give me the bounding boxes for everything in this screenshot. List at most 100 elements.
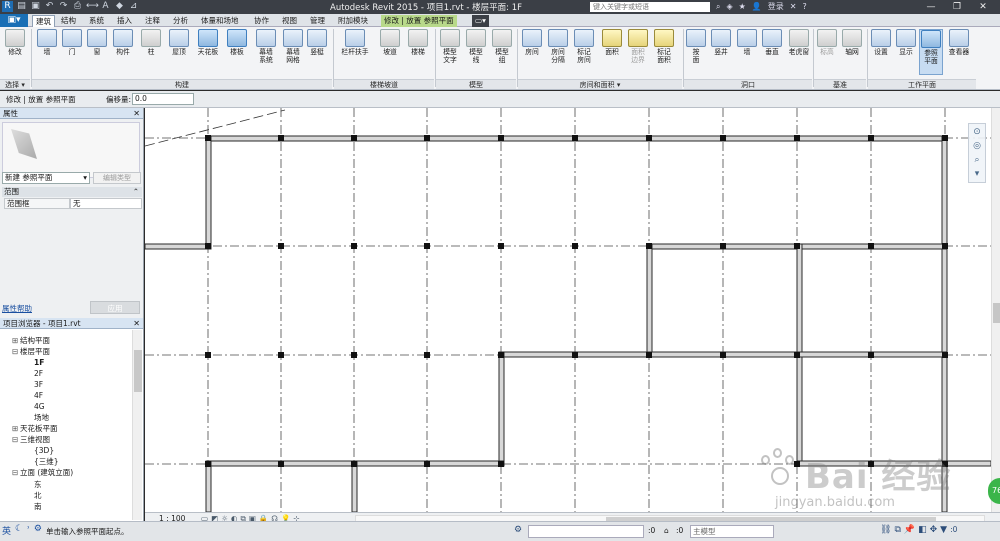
scrollbar-thumb[interactable]: [134, 350, 142, 392]
tree-node-site[interactable]: 场地: [34, 413, 49, 423]
nav-menu-icon[interactable]: ▾: [970, 168, 984, 180]
mullion-button[interactable]: 竖梃: [306, 29, 328, 56]
drag-elements-icon[interactable]: ✥: [930, 525, 938, 535]
tree-node-3d[interactable]: {3D}: [34, 446, 54, 456]
property-category[interactable]: 范围 ⌃: [2, 187, 142, 197]
minimize-icon[interactable]: —: [918, 0, 944, 14]
railing-button[interactable]: 栏杆扶手: [338, 29, 372, 56]
exchange-icon[interactable]: ✕: [790, 2, 797, 11]
curtain-system-button[interactable]: 幕墙 系统: [253, 29, 279, 64]
type-selector-dropdown[interactable]: 新建 参照平面 ▾: [2, 172, 90, 184]
save-icon[interactable]: ▣: [30, 1, 41, 12]
star-icon[interactable]: ★: [739, 2, 746, 11]
tab-analyze[interactable]: 分析: [170, 15, 191, 27]
tab-manage[interactable]: 管理: [307, 15, 328, 27]
ime-punct-icon[interactable]: ˒: [27, 524, 30, 537]
tab-systems[interactable]: 系统: [86, 15, 107, 27]
door-button[interactable]: 门: [61, 29, 83, 56]
room-button[interactable]: 房间: [520, 29, 544, 56]
collapse-icon[interactable]: ⊟: [12, 468, 20, 478]
tree-node-ceiling-plans[interactable]: ⊞ 天花板平面: [12, 424, 58, 434]
ceiling-button[interactable]: 天花板: [194, 29, 222, 56]
tab-modify-place-reference-plane[interactable]: 修改 | 放置 参照平面: [381, 15, 457, 27]
tree-node-3d-cn[interactable]: {三维}: [34, 457, 59, 467]
reference-plane-button[interactable]: 参照 平面: [919, 29, 943, 75]
tree-node-north[interactable]: 北: [34, 491, 42, 501]
sign-in-link[interactable]: 登录: [768, 1, 784, 12]
wall-opening-button[interactable]: 墙: [736, 29, 758, 56]
tree-node-south[interactable]: 南: [34, 502, 42, 512]
section-icon[interactable]: ⊿: [128, 1, 139, 12]
stair-button[interactable]: 楼梯: [406, 29, 430, 56]
text-icon[interactable]: A: [100, 1, 111, 12]
curtain-grid-button[interactable]: 幕墙 网格: [280, 29, 306, 64]
ribbon-toggle-icon[interactable]: ▭▾: [472, 15, 489, 27]
model-group-button[interactable]: 模型组: [490, 29, 514, 64]
expand-icon[interactable]: ⊞: [12, 336, 20, 346]
property-value-field[interactable]: 无: [70, 198, 142, 209]
tree-node-3f[interactable]: 3F: [34, 380, 43, 390]
ramp-button[interactable]: 坡道: [378, 29, 402, 56]
room-separator-button[interactable]: 房间 分隔: [546, 29, 570, 64]
open-icon[interactable]: ▤: [16, 1, 27, 12]
help-icon[interactable]: ?: [802, 2, 806, 11]
tab-insert[interactable]: 插入: [114, 15, 135, 27]
tab-structure[interactable]: 结构: [58, 15, 79, 27]
redo-icon[interactable]: ↷: [58, 1, 69, 12]
browser-scrollbar[interactable]: [132, 330, 142, 520]
tab-massing-site[interactable]: 体量和场地: [198, 15, 242, 27]
roof-button[interactable]: 屋顶: [167, 29, 191, 56]
tree-node-4g[interactable]: 4G: [34, 402, 45, 412]
tab-collaborate[interactable]: 协作: [251, 15, 272, 27]
select-pinned-icon[interactable]: 📌: [904, 525, 915, 535]
ime-moon-icon[interactable]: ☾: [15, 524, 23, 537]
panel-room-area[interactable]: 房间和面积 ▾: [518, 79, 682, 89]
tree-node-east[interactable]: 东: [34, 480, 42, 490]
search-icon[interactable]: ⌕: [716, 2, 720, 12]
ime-lang-icon[interactable]: 英: [2, 524, 11, 537]
close-icon[interactable]: ✕: [133, 318, 140, 329]
expand-icon[interactable]: ⊞: [12, 424, 20, 434]
worksets-icon[interactable]: ⚙: [514, 525, 522, 535]
tab-view[interactable]: 视图: [279, 15, 300, 27]
restore-icon[interactable]: ❐: [944, 0, 970, 14]
filter-icon[interactable]: ▼: [940, 525, 947, 535]
viewer-button[interactable]: 查看器: [946, 29, 972, 56]
model-line-button[interactable]: 模型线: [464, 29, 488, 64]
user-icon[interactable]: 👤: [752, 2, 762, 11]
vertical-opening-button[interactable]: 垂直: [760, 29, 784, 56]
subscription-icon[interactable]: ◈: [726, 2, 732, 11]
properties-help-link[interactable]: 属性帮助: [2, 303, 32, 314]
close-icon[interactable]: ✕: [133, 108, 140, 119]
select-underlay-icon[interactable]: ⧉: [894, 525, 900, 535]
panel-select[interactable]: 选择 ▾: [0, 79, 30, 89]
steering-wheel-icon[interactable]: ◎: [970, 140, 984, 152]
tag-area-button[interactable]: 标记 面积: [652, 29, 676, 64]
view-cube-icon[interactable]: ⊙: [970, 126, 984, 138]
drawing-canvas[interactable]: [145, 108, 991, 512]
model-text-button[interactable]: 模型 文字: [438, 29, 462, 64]
tree-node-3d-views[interactable]: ⊟ 三维视图: [12, 435, 50, 445]
workset-dropdown[interactable]: [528, 525, 644, 538]
area-button[interactable]: 面积: [600, 29, 624, 56]
tab-addins[interactable]: 附加模块: [335, 15, 371, 27]
select-by-face-icon[interactable]: ◧: [918, 525, 927, 535]
app-menu-icon[interactable]: R: [2, 1, 13, 12]
set-work-plane-button[interactable]: 设置: [870, 29, 892, 56]
3d-view-icon[interactable]: ◆: [114, 1, 125, 12]
collapse-icon[interactable]: ⊟: [12, 347, 20, 357]
offset-input[interactable]: 0.0: [132, 93, 194, 105]
tree-node-structural-plans[interactable]: ⊞ 结构平面: [12, 336, 50, 346]
tree-node-floor-plans[interactable]: ⊟ 楼层平面: [12, 347, 50, 357]
wall-button[interactable]: 墙: [36, 29, 58, 56]
application-menu-button[interactable]: ▣▾: [0, 14, 28, 27]
ime-settings-icon[interactable]: ⚙: [34, 524, 42, 537]
column-button[interactable]: 柱: [140, 29, 162, 56]
grid-button[interactable]: 轴网: [841, 29, 863, 56]
tab-architecture[interactable]: 建筑: [32, 15, 55, 27]
print-icon[interactable]: ⎙: [72, 1, 83, 12]
floor-button[interactable]: 楼板: [225, 29, 249, 56]
close-icon[interactable]: ✕: [970, 0, 996, 14]
scrollbar-thumb[interactable]: [993, 303, 1000, 323]
design-option-icon[interactable]: ⌂: [664, 526, 669, 535]
